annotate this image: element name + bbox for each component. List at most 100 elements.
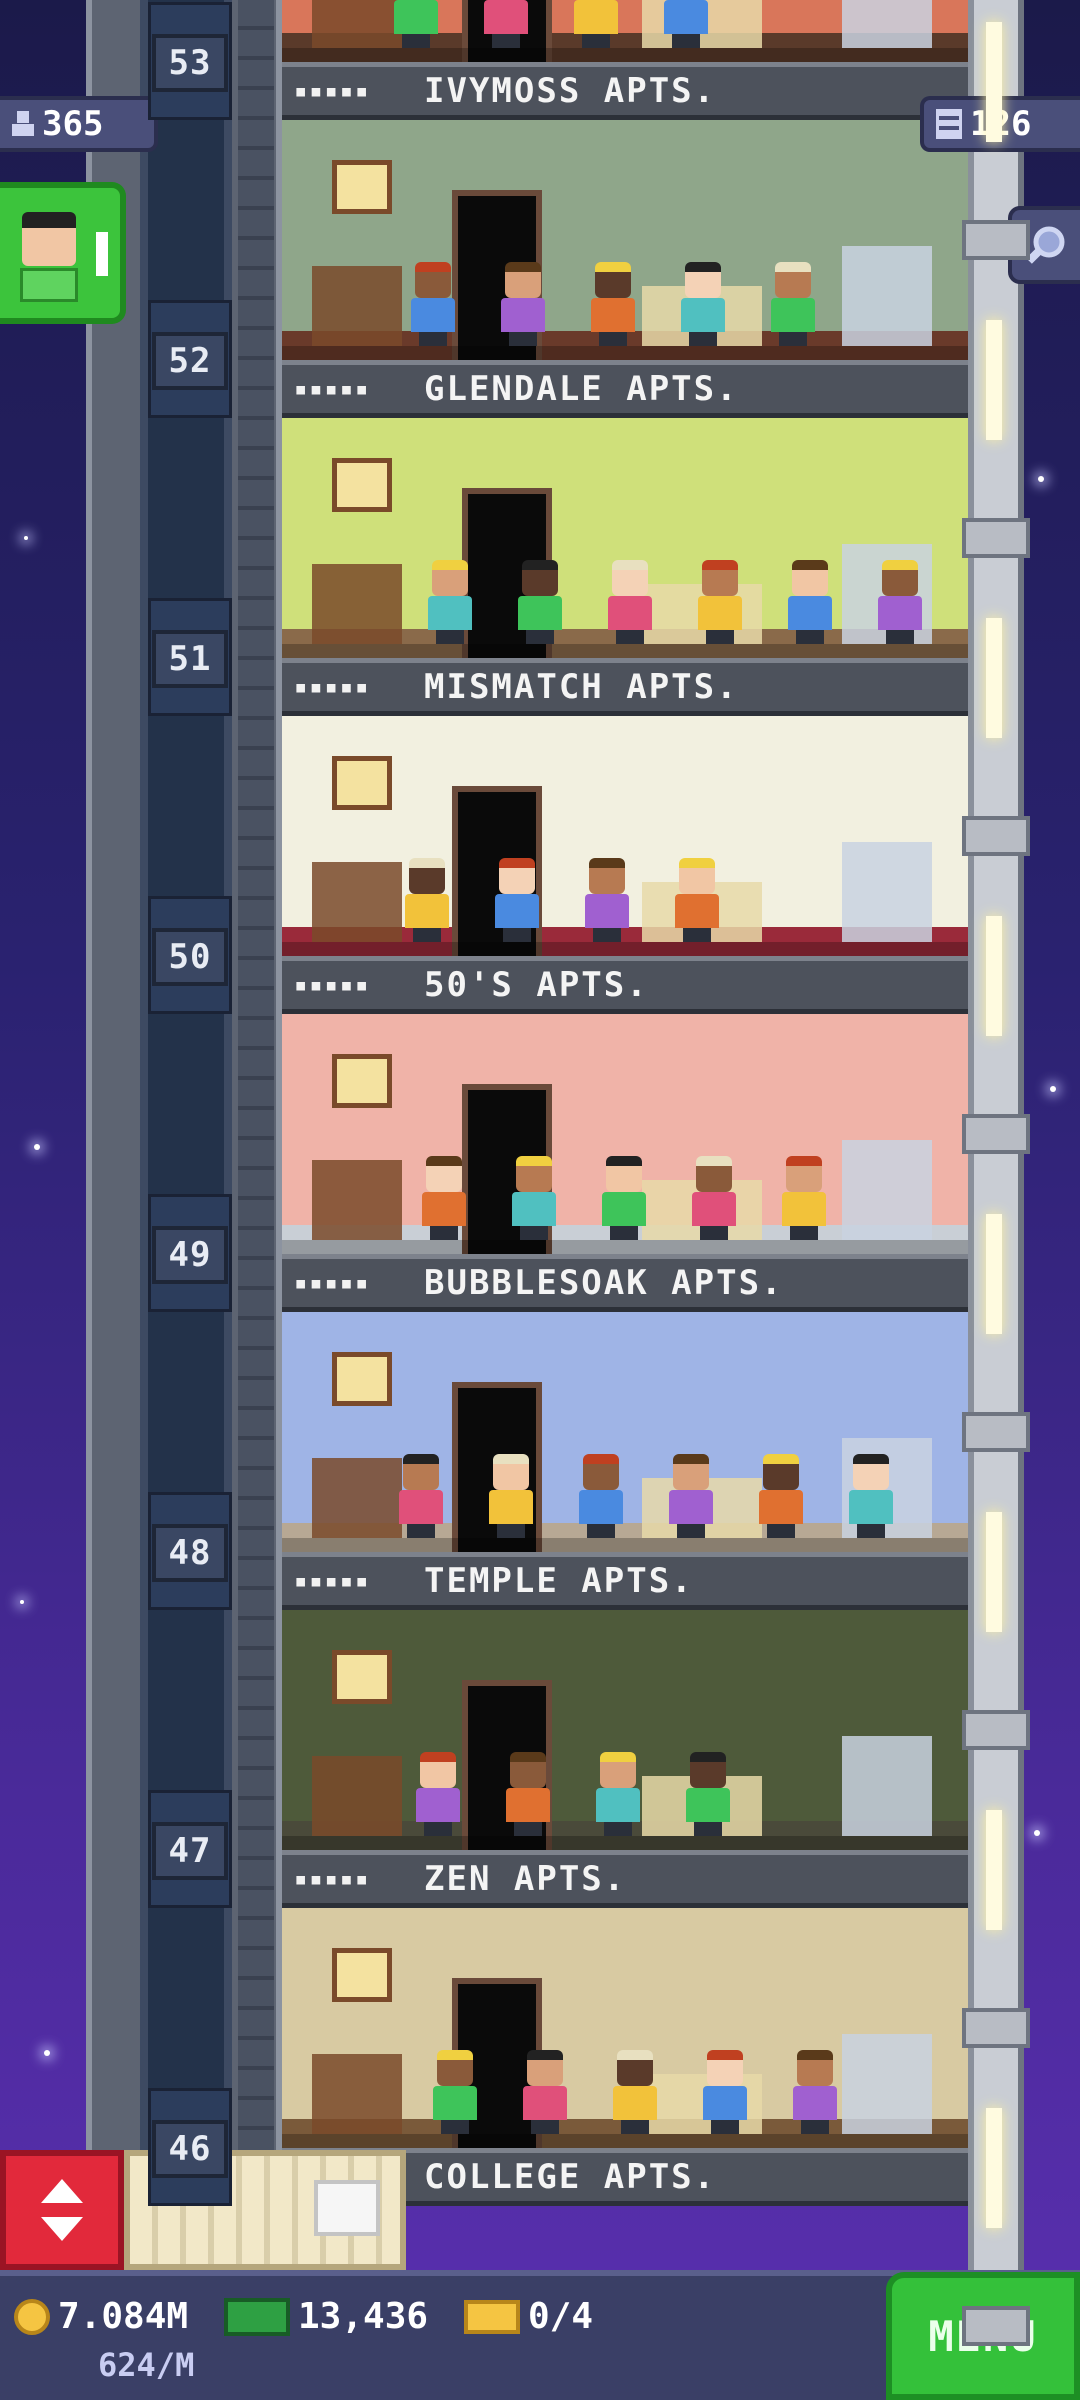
resident-bitizen[interactable]	[572, 0, 620, 48]
resident-bitizen[interactable]	[673, 858, 721, 942]
apartment-floor[interactable]: ▪▪▪▪▪ GLENDALE APTS.	[282, 120, 968, 418]
pillar-bracket	[962, 1412, 1030, 1452]
floor-name-sign[interactable]: ▪▪▪▪▪ IVYMOSS APTS.	[282, 62, 968, 120]
resident-bitizen[interactable]	[499, 262, 547, 346]
sparkle-star	[24, 536, 28, 540]
floor-name-sign[interactable]: ▪▪▪▪▪ MISMATCH APTS.	[282, 658, 968, 716]
resident-bitizen[interactable]	[397, 1454, 445, 1538]
resident-bitizen[interactable]	[611, 2050, 659, 2134]
floor-name: IVYMOSS APTS.	[424, 71, 717, 111]
resident-bitizen[interactable]	[876, 560, 924, 644]
apartment-floor[interactable]: ▪▪▪▪▪ 50'S APTS.	[282, 716, 968, 1014]
furniture	[312, 1458, 402, 1538]
resident-bitizen[interactable]	[600, 1156, 648, 1240]
floor-name: TEMPLE APTS.	[424, 1561, 694, 1601]
resident-bitizen[interactable]	[409, 262, 457, 346]
floor-number[interactable]: 49	[152, 1226, 228, 1284]
furniture	[312, 266, 402, 346]
furniture	[842, 1140, 932, 1240]
resident-bitizen[interactable]	[420, 1156, 468, 1240]
resident-bitizen[interactable]	[482, 0, 530, 48]
resident-bitizen[interactable]	[392, 0, 440, 48]
resident-bitizen[interactable]	[701, 2050, 749, 2134]
elevator-rail	[238, 0, 274, 2270]
visitor-notification-button[interactable]	[0, 182, 126, 324]
resident-bitizen[interactable]	[521, 2050, 569, 2134]
resident-bitizen[interactable]	[431, 2050, 479, 2134]
resident-bitizen[interactable]	[791, 2050, 839, 2134]
resident-bitizen[interactable]	[493, 858, 541, 942]
floor-number[interactable]: 48	[152, 1524, 228, 1582]
apartment-room[interactable]	[282, 1610, 968, 1850]
resident-bitizen[interactable]	[847, 1454, 895, 1538]
pillar-light	[986, 2108, 1002, 2228]
sparkle-star	[1038, 476, 1044, 482]
resident-bitizen[interactable]	[684, 1752, 732, 1836]
resident-bitizen[interactable]	[510, 1156, 558, 1240]
floor-name-sign[interactable]: ▪▪▪▪▪ ZEN APTS.	[282, 1850, 968, 1908]
apartment-floor[interactable]: ▪▪▪▪▪ MISMATCH APTS.	[282, 418, 968, 716]
exclamation-icon	[96, 232, 108, 276]
apartment-room[interactable]	[282, 0, 968, 62]
resident-bitizen[interactable]	[516, 560, 564, 644]
resident-bitizen[interactable]	[786, 560, 834, 644]
apartment-floor[interactable]: ▪▪▪▪▪ IVYMOSS APTS.	[282, 0, 968, 120]
pillar-bracket	[962, 2306, 1030, 2346]
resident-bitizen[interactable]	[679, 262, 727, 346]
resident-bitizen[interactable]	[662, 0, 710, 48]
resident-bitizen[interactable]	[769, 262, 817, 346]
apartment-room[interactable]	[282, 1908, 968, 2148]
wall-picture	[332, 458, 392, 512]
apartment-room[interactable]	[282, 418, 968, 658]
pillar-bracket	[962, 2008, 1030, 2048]
resident-bitizen[interactable]	[403, 858, 451, 942]
floor-number[interactable]: 50	[152, 928, 228, 986]
resident-bitizen[interactable]	[577, 1454, 625, 1538]
resident-bitizen[interactable]	[594, 1752, 642, 1836]
furniture	[312, 2054, 402, 2134]
apartment-floor[interactable]: ▪▪▪▪▪ TEMPLE APTS.	[282, 1312, 968, 1610]
resident-bitizen[interactable]	[583, 858, 631, 942]
resident-bitizen[interactable]	[780, 1156, 828, 1240]
bux-display[interactable]: 13,436	[224, 2296, 428, 2337]
floor-number[interactable]: 46	[152, 2120, 228, 2178]
floor-number[interactable]: 47	[152, 1822, 228, 1880]
resident-bitizen[interactable]	[487, 1454, 535, 1538]
resident-bitizen[interactable]	[667, 1454, 715, 1538]
resident-slots-icon: ▪▪▪▪▪	[294, 972, 371, 998]
floor-name-sign[interactable]: ▪▪▪▪▪ GLENDALE APTS.	[282, 360, 968, 418]
resident-bitizen[interactable]	[690, 1156, 738, 1240]
bux-icon	[224, 2297, 290, 2336]
floor-number[interactable]: 53	[152, 34, 228, 92]
resident-slots-icon: ▪▪▪▪▪	[294, 674, 371, 700]
resident-bitizen[interactable]	[606, 560, 654, 644]
resident-bitizen[interactable]	[696, 560, 744, 644]
resident-bitizen[interactable]	[589, 262, 637, 346]
tickets-display[interactable]: 0/4	[464, 2296, 593, 2337]
furniture	[842, 1736, 932, 1836]
apartment-room[interactable]	[282, 716, 968, 956]
floor-number[interactable]: 51	[152, 630, 228, 688]
income-value: 624/M	[98, 2346, 195, 2384]
apartment-floor[interactable]: ▪▪▪▪▪ ZEN APTS.	[282, 1610, 968, 1908]
resident-bitizen[interactable]	[426, 560, 474, 644]
pillar-light	[986, 22, 1002, 142]
pillar-bracket	[962, 816, 1030, 856]
floor-name-sign[interactable]: ▪▪▪▪▪ TEMPLE APTS.	[282, 1552, 968, 1610]
furniture	[312, 564, 402, 644]
apartment-room[interactable]	[282, 1014, 968, 1254]
resident-bitizen[interactable]	[414, 1752, 462, 1836]
floor-name-sign[interactable]: ▪▪▪▪▪ 50'S APTS.	[282, 956, 968, 1014]
bux-value: 13,436	[298, 2296, 429, 2337]
resident-bitizen[interactable]	[504, 1752, 552, 1836]
resident-bitizen[interactable]	[757, 1454, 805, 1538]
floor-number[interactable]: 52	[152, 332, 228, 390]
wall-picture	[332, 1650, 392, 1704]
apartment-room[interactable]	[282, 120, 968, 360]
apartment-floor[interactable]: ▪▪▪▪▪ BUBBLESOAK APTS.	[282, 1014, 968, 1312]
elevator-button[interactable]	[0, 2150, 124, 2270]
population-counter[interactable]: 365	[0, 96, 158, 152]
floor-name-sign[interactable]: ▪▪▪▪▪ BUBBLESOAK APTS.	[282, 1254, 968, 1312]
apartment-room[interactable]	[282, 1312, 968, 1552]
resident-slots-icon: ▪▪▪▪▪	[294, 1568, 371, 1594]
